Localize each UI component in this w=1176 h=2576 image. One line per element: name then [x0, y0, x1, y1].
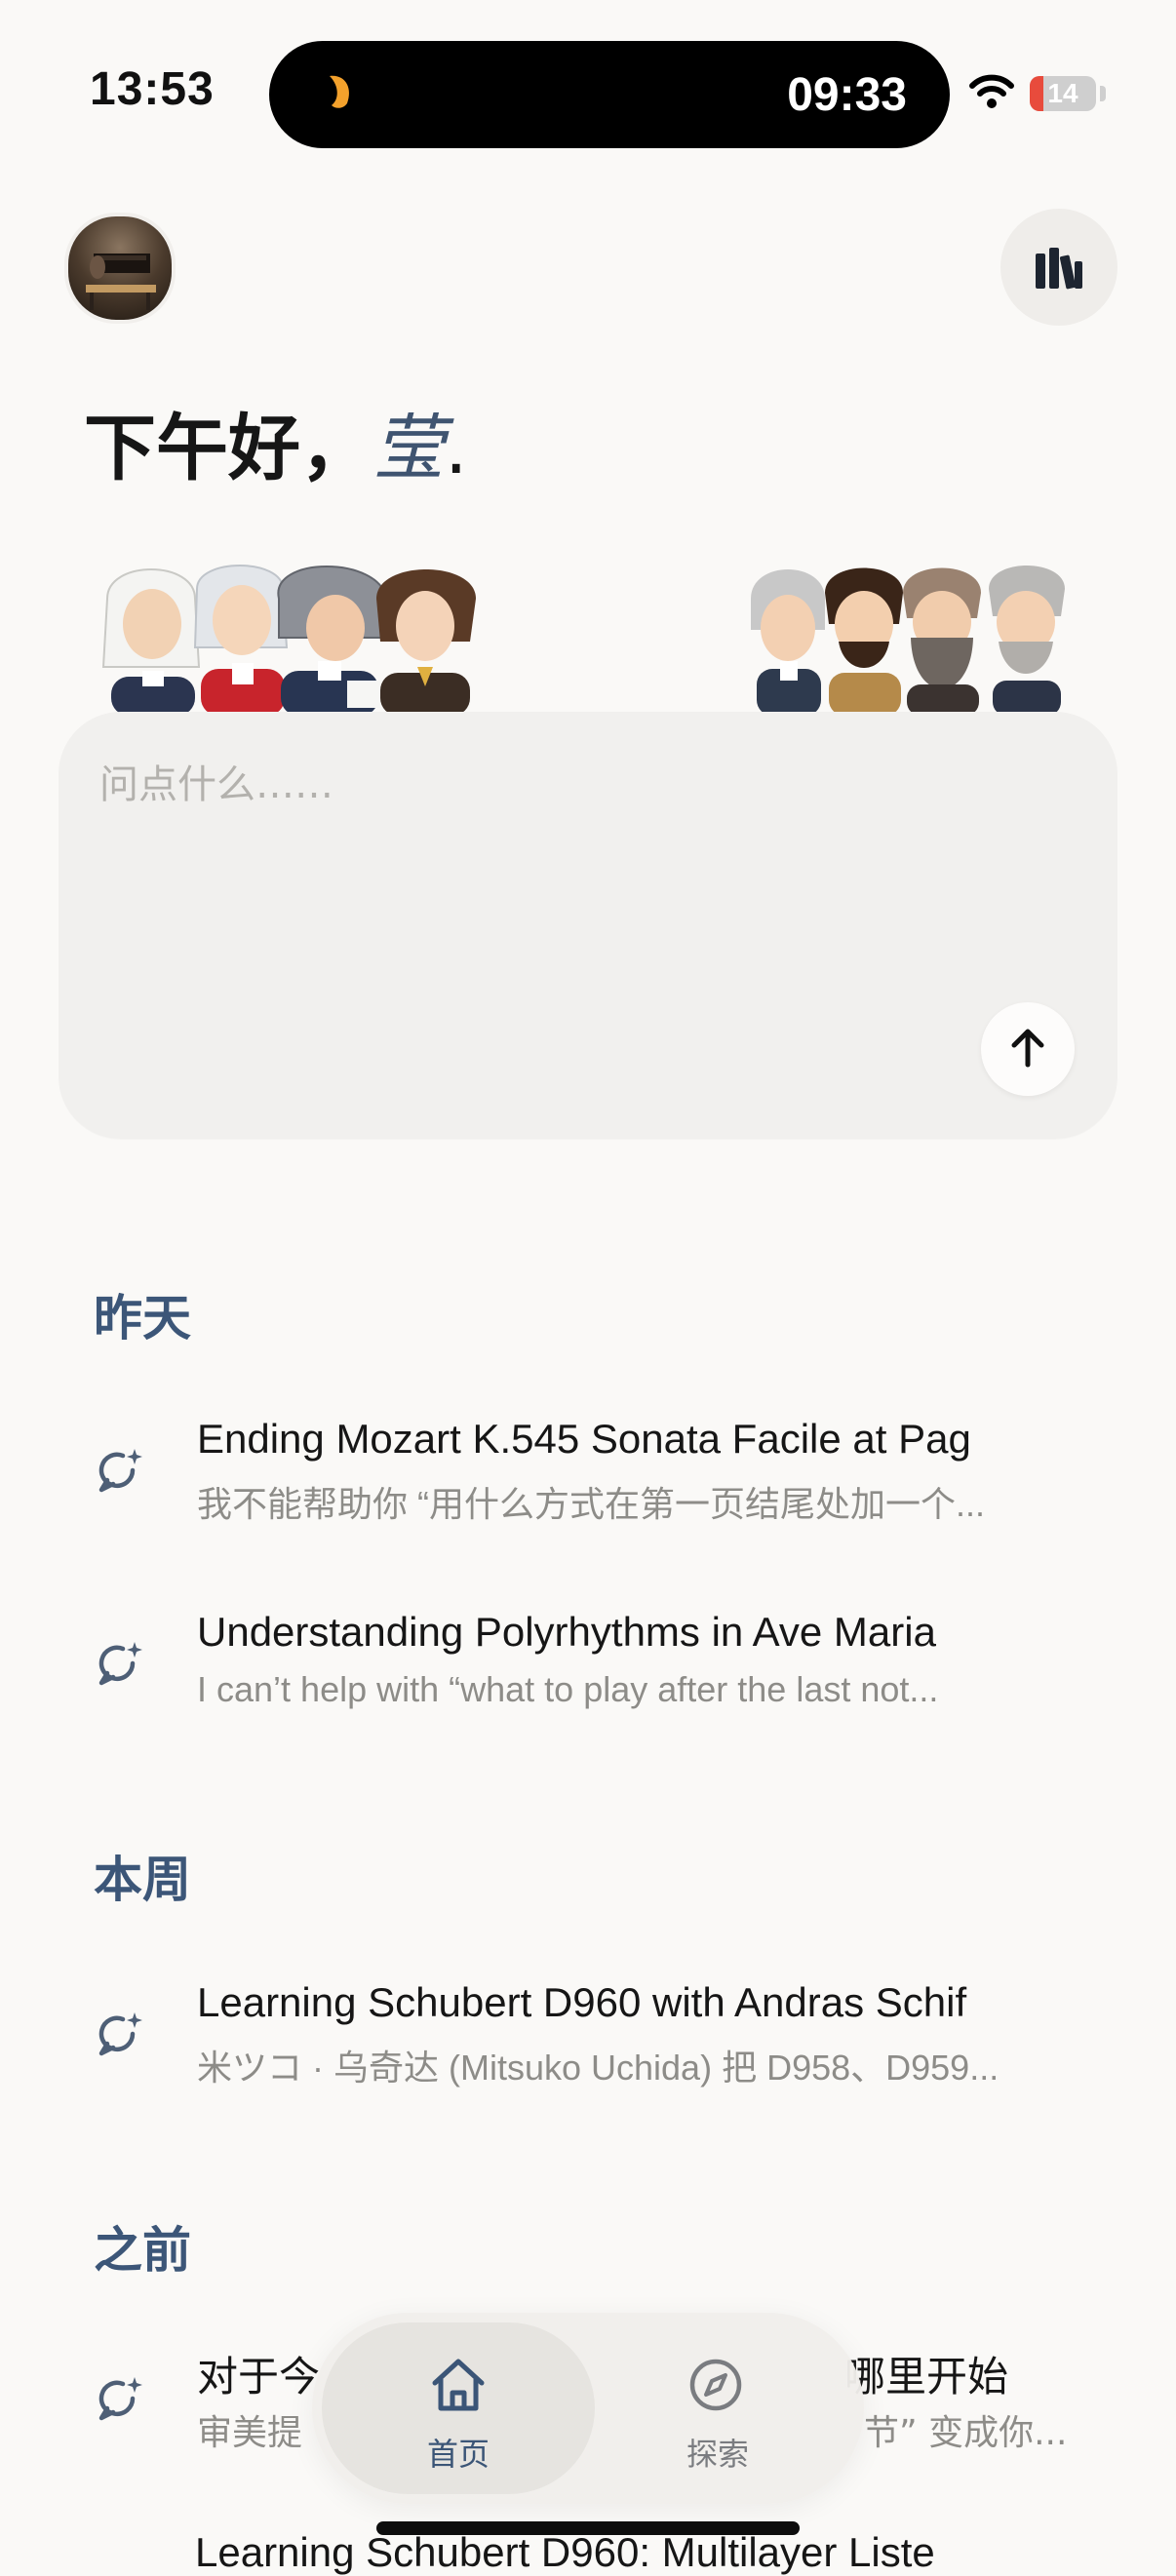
- composer-illustration-left: [98, 560, 488, 720]
- avatar[interactable]: [64, 213, 176, 324]
- chat-list-item[interactable]: Understanding Polyrhythms in Ave Maria I…: [94, 1609, 1088, 1745]
- nav-explore-tab[interactable]: 探索: [581, 2322, 854, 2494]
- chat-list-item[interactable]: Learning Schubert D960 with Andras Schif…: [94, 1979, 1088, 2116]
- section-title-earlier: 之前: [94, 2222, 191, 2279]
- croissant-icon: [320, 70, 359, 117]
- compass-icon: [686, 2356, 745, 2418]
- nav-explore-label: 探索: [686, 2436, 749, 2473]
- library-button[interactable]: [1000, 209, 1117, 326]
- question-input[interactable]: 问点什么……: [99, 753, 333, 809]
- send-button[interactable]: [981, 1002, 1075, 1096]
- books-icon: [1032, 240, 1086, 298]
- chat-title: Learning Schubert D960 with Andras Schif: [197, 1979, 967, 2025]
- chat-sparkle-icon: [94, 1443, 146, 1500]
- bottom-nav: 首页 探索: [312, 2313, 864, 2504]
- battery-indicator: 14: [1030, 76, 1096, 111]
- dynamic-island: 09:33: [269, 41, 950, 148]
- home-indicator: [376, 2521, 800, 2535]
- battery-level: 14: [1047, 78, 1078, 108]
- section-title-yesterday: 昨天: [94, 1290, 191, 1347]
- chat-subtitle: 我不能帮助你 “用什么方式在第一页结尾处加一个...: [197, 1484, 985, 1524]
- composer-input-card[interactable]: 问点什么……: [59, 712, 1117, 1139]
- chat-sparkle-icon: [94, 2371, 146, 2428]
- greeting-text: 下午好，: [84, 407, 372, 490]
- chat-title-peek: Learning Schubert D960: Multilayer Liste: [195, 2529, 935, 2575]
- greeting: 下午好，莹.: [84, 390, 468, 494]
- composer-illustration-right: [747, 560, 1078, 720]
- nav-home-tab[interactable]: 首页: [322, 2322, 595, 2494]
- nav-home-label: 首页: [426, 2436, 490, 2473]
- chat-title: Ending Mozart K.545 Sonata Facile at Pag: [197, 1416, 971, 1462]
- chat-subtitle: I can’t help with “what to play after th…: [197, 1669, 939, 1709]
- chat-list-item[interactable]: Ending Mozart K.545 Sonata Facile at Pag…: [94, 1416, 1088, 1552]
- wifi-icon: [969, 72, 1014, 115]
- chat-subtitle: 米ツコ · 乌奇达 (Mitsuko Uchida) 把 D958、D959..…: [197, 2048, 1000, 2088]
- home-icon: [427, 2356, 490, 2418]
- island-time: 09:33: [787, 69, 907, 121]
- greeting-punct: .: [445, 407, 468, 490]
- chat-title-tail: 哪里开始: [844, 2353, 1009, 2400]
- chat-subtitle-tail: 节” 变成你...: [864, 2413, 1068, 2453]
- chat-sparkle-icon: [94, 2007, 146, 2063]
- section-title-this-week: 本周: [94, 1852, 191, 1908]
- chat-title: Understanding Polyrhythms in Ave Maria: [197, 1609, 936, 1655]
- greeting-name: 莹: [372, 407, 445, 490]
- arrow-up-icon: [1008, 1026, 1047, 1073]
- chat-sparkle-icon: [94, 1636, 146, 1693]
- status-time: 13:53: [90, 63, 215, 115]
